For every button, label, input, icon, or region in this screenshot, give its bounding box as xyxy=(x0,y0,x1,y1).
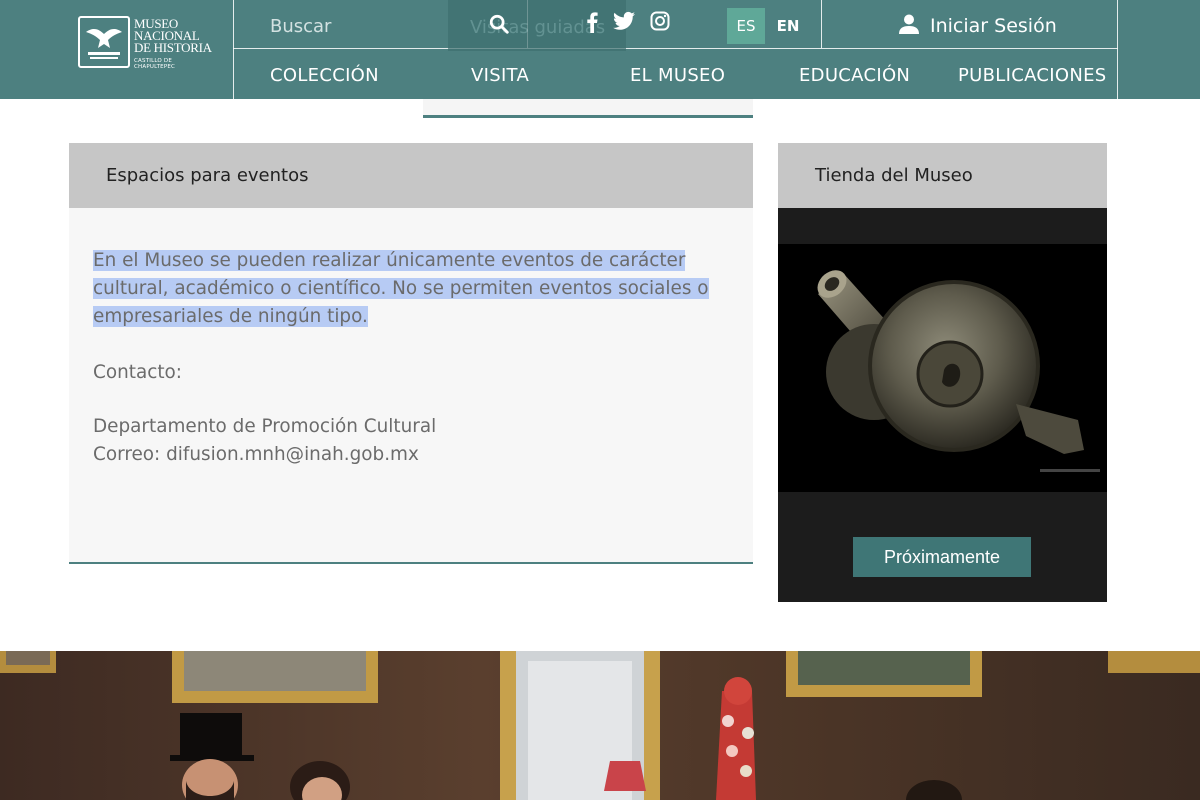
coming-soon-button[interactable]: Próximamente xyxy=(853,537,1031,577)
user-icon xyxy=(898,13,920,39)
search-input[interactable] xyxy=(270,13,440,39)
events-paragraph: En el Museo se pueden realizar únicament… xyxy=(93,247,733,331)
events-panel-title: Espacios para eventos xyxy=(106,165,309,186)
site-header: MUSEO NACIONAL DE HISTORIA CASTILLO DE C… xyxy=(0,0,1200,99)
dropdown-underline xyxy=(423,99,753,118)
events-panel: Espacios para eventos En el Museo se pue… xyxy=(69,143,753,564)
facebook-icon[interactable] xyxy=(582,11,604,33)
hero-painting-image xyxy=(0,651,1200,800)
shop-panel-title: Tienda del Museo xyxy=(815,165,973,186)
nav-item-coleccion[interactable]: COLECCIÓN xyxy=(270,65,379,86)
login-button[interactable]: Iniciar Sesión xyxy=(898,13,1057,39)
nav-item-visita[interactable]: VISITA xyxy=(471,65,529,86)
contact-label: Contacto: xyxy=(93,362,182,383)
search-icon[interactable] xyxy=(488,13,512,37)
login-label: Iniciar Sesión xyxy=(930,15,1057,37)
logo-subtitle: CASTILLO DE CHAPULTEPEC xyxy=(134,58,176,70)
museum-logo[interactable]: MUSEO NACIONAL DE HISTORIA CASTILLO DE C… xyxy=(78,16,213,70)
divider xyxy=(821,0,822,48)
shop-panel-header: Tienda del Museo xyxy=(778,143,1107,208)
nav-item-publicaciones[interactable]: PUBLICACIONES xyxy=(958,65,1107,86)
logo-line-3: DE HISTORIA xyxy=(134,40,212,55)
logo-wordmark: MUSEO NACIONAL DE HISTORIA xyxy=(134,17,212,55)
department-name: Departamento de Promoción Cultural xyxy=(93,416,437,437)
shop-panel: Tienda del Museo Próximamente xyxy=(778,143,1107,602)
shop-product-image[interactable] xyxy=(778,244,1107,492)
divider xyxy=(1117,0,1118,99)
nav-item-el-museo[interactable]: EL MUSEO xyxy=(630,65,725,86)
instagram-icon[interactable] xyxy=(650,11,672,33)
contact-details: Departamento de Promoción Cultural Corre… xyxy=(93,413,436,469)
contact-email[interactable]: Correo: difusion.mnh@inah.gob.mx xyxy=(93,441,436,469)
divider xyxy=(233,0,234,99)
header-divider xyxy=(233,48,1118,49)
eagle-emblem-icon xyxy=(78,16,130,68)
twitter-icon[interactable] xyxy=(613,11,635,33)
events-panel-header: Espacios para eventos xyxy=(69,143,753,208)
nav-item-educacion[interactable]: EDUCACIÓN xyxy=(799,65,910,86)
language-es-button[interactable]: ES xyxy=(727,8,765,44)
language-en-button[interactable]: EN xyxy=(769,8,807,44)
events-paragraph-text: En el Museo se pueden realizar únicament… xyxy=(93,250,709,327)
